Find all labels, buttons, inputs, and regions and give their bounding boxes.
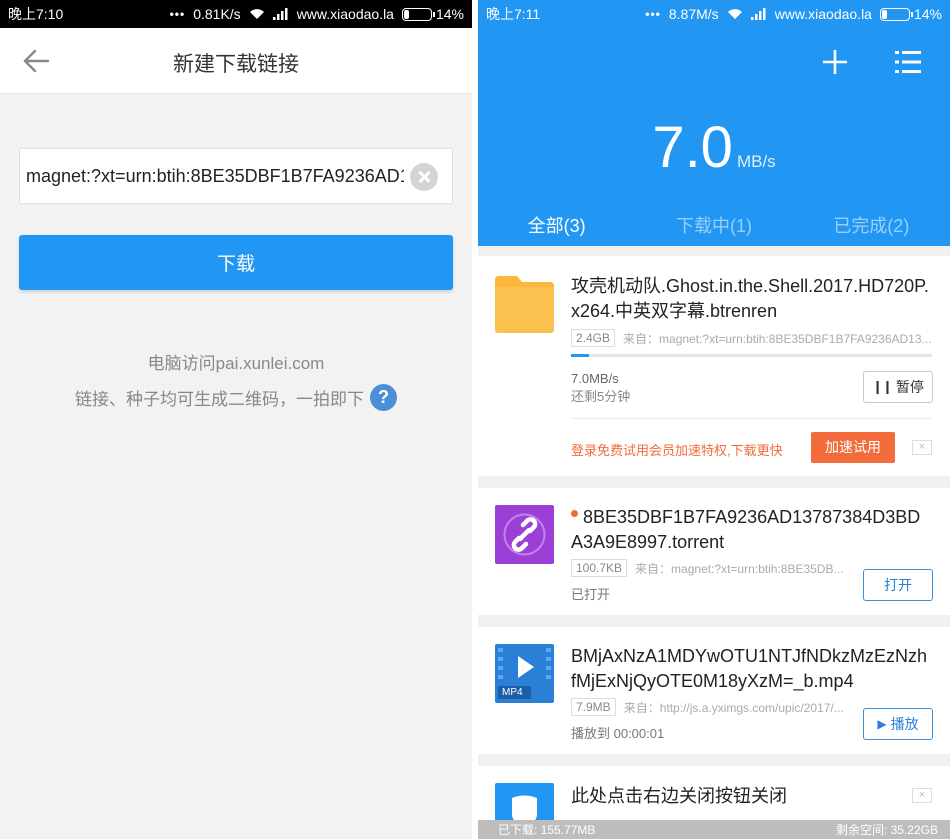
clear-icon[interactable] xyxy=(410,163,438,191)
progress-fill xyxy=(571,354,590,357)
accelerate-trial-button[interactable]: 加速试用 xyxy=(811,432,895,463)
free-space: 剩余空间: 35.22GB xyxy=(835,823,938,837)
page-title: 新建下载链接 xyxy=(173,53,299,76)
task-remaining: 还剩5分钟 xyxy=(571,389,631,404)
wifi-icon xyxy=(727,8,743,20)
download-button[interactable]: 下载 xyxy=(19,235,453,290)
battery-icon xyxy=(879,7,914,21)
battery-percent: 14% xyxy=(435,6,464,22)
qr-hint-row: 链接、种子均可生成二维码，一拍即下 ? xyxy=(0,384,472,411)
pause-icon: ❙❙ xyxy=(872,379,893,394)
progress-bar xyxy=(571,354,932,357)
help-icon[interactable]: ? xyxy=(370,384,397,411)
add-icon[interactable] xyxy=(821,48,849,76)
task-meta: 2.4GB 来自：magnet:?xt=urn:btih:8BE35DBF1B7… xyxy=(571,329,934,347)
speed-value: 7.0 xyxy=(652,115,733,180)
task-source: 来自：http://js.a.yximgs.com/upic/2017/... xyxy=(623,700,844,715)
promo-close-icon[interactable]: × xyxy=(912,440,932,455)
status-time: 晚上7:10 xyxy=(8,6,64,22)
wifi-icon xyxy=(249,8,265,20)
signal-icon xyxy=(272,8,289,20)
battery-percent: 14% xyxy=(913,6,942,22)
play-icon: ▶ xyxy=(877,717,887,731)
task-source: 来自：magnet:?xt=urn:btih:8BE35DB... xyxy=(635,561,844,576)
folder-icon xyxy=(495,274,554,333)
more-icon: ••• xyxy=(645,7,661,21)
task-status: 播放到 00:00:01 xyxy=(571,726,665,741)
promo-text: 登录免费试用会员加速特权,下载更快 xyxy=(571,443,783,458)
pc-access-hint: 电脑访问pai.xunlei.com xyxy=(147,354,325,373)
task-card-video[interactable]: MP4 BMjAxNzA1MDYwOTU1NTJfNDkzMzEzNzhfMjE… xyxy=(478,627,950,754)
status-bar: 晚上7:10 ••• 0.81K/s www.xiaodao.la 14% xyxy=(0,0,472,28)
site-label: www.xiaodao.la xyxy=(296,6,394,22)
card-divider xyxy=(571,418,932,419)
video-file-icon: MP4 xyxy=(495,644,554,703)
network-speed: 8.87M/s xyxy=(668,6,719,22)
task-status: 已打开 xyxy=(571,587,611,602)
filter-tabs: 全部(3) 下载中(1) 已完成(2) xyxy=(478,212,950,238)
task-title: 8BE35DBF1B7FA9236AD13787384D3BDA3A9E8997… xyxy=(571,507,921,552)
task-meta: 100.7KB 来自：magnet:?xt=urn:btih:8BE35DB..… xyxy=(571,559,850,577)
task-title: BMjAxNzA1MDYwOTU1NTJfNDkzMzEzNzhfMjExNjQ… xyxy=(571,646,928,691)
download-list-screen: 晚上7:11 ••• 8.87M/s www.xiaodao.la 14% 7.… xyxy=(478,0,950,839)
more-icon: ••• xyxy=(169,7,186,21)
qr-hint-text: 链接、种子均可生成二维码，一拍即下 xyxy=(75,390,364,409)
task-rate: 7.0MB/s xyxy=(571,371,619,386)
tab-all[interactable]: 全部(3) xyxy=(478,212,635,238)
speed-unit: MB/s xyxy=(736,152,776,171)
task-title: 此处点击右边关闭按钮关闭 xyxy=(571,786,787,806)
downloaded-total: 已下载: 155.77MB xyxy=(498,823,596,837)
header: 新建下载链接 xyxy=(0,28,472,94)
url-input[interactable] xyxy=(20,149,404,203)
link-icon xyxy=(495,505,554,564)
task-title: 攻壳机动队.Ghost.in.the.Shell.2017.HD720P.x26… xyxy=(571,276,929,321)
task-card-torrent[interactable]: 8BE35DBF1B7FA9236AD13787384D3BDA3A9E8997… xyxy=(478,488,950,615)
total-speed: 7.0 MB/s xyxy=(478,114,950,181)
task-size: 2.4GB xyxy=(571,329,616,347)
site-label: www.xiaodao.la xyxy=(774,6,872,22)
task-title-row: 8BE35DBF1B7FA9236AD13787384D3BDA3A9E8997… xyxy=(571,505,932,555)
open-button[interactable]: 打开 xyxy=(863,569,933,601)
new-dot-icon xyxy=(571,509,578,517)
task-size: 7.9MB xyxy=(571,698,616,716)
task-source: 来自：magnet:?xt=urn:btih:8BE35DBF1B7FA9236… xyxy=(623,331,932,346)
signal-icon xyxy=(750,8,767,20)
new-download-screen: 晚上7:10 ••• 0.81K/s www.xiaodao.la 14% 新建… xyxy=(0,0,472,839)
url-field xyxy=(19,148,453,204)
status-time: 晚上7:11 xyxy=(486,6,541,22)
tab-completed[interactable]: 已完成(2) xyxy=(793,212,950,238)
mp4-label: MP4 xyxy=(502,687,523,698)
play-button[interactable]: ▶ 播放 xyxy=(863,708,933,740)
task-card-ghost-in-shell[interactable]: 攻壳机动队.Ghost.in.the.Shell.2017.HD720P.x26… xyxy=(478,256,950,476)
task-meta: 7.9MB 来自：http://js.a.yximgs.com/upic/201… xyxy=(571,698,850,716)
pause-button[interactable]: ❙❙ 暂停 xyxy=(863,371,933,403)
tab-downloading[interactable]: 下载中(1) xyxy=(635,212,792,238)
task-size: 100.7KB xyxy=(571,559,628,577)
storage-bar: 已下载: 155.77MB 剩余空间: 35.22GB xyxy=(478,820,950,839)
battery-icon xyxy=(401,7,436,21)
task-card-tip[interactable]: 此处点击右边关闭按钮关闭 × xyxy=(478,766,950,839)
speed-header: 7.0 MB/s 全部(3) 下载中(1) 已完成(2) xyxy=(478,28,950,246)
network-speed: 0.81K/s xyxy=(193,6,241,22)
list-menu-icon[interactable] xyxy=(894,48,922,76)
status-bar: 晚上7:11 ••• 8.87M/s www.xiaodao.la 14% xyxy=(478,0,950,28)
tip-close-icon[interactable]: × xyxy=(912,788,932,803)
